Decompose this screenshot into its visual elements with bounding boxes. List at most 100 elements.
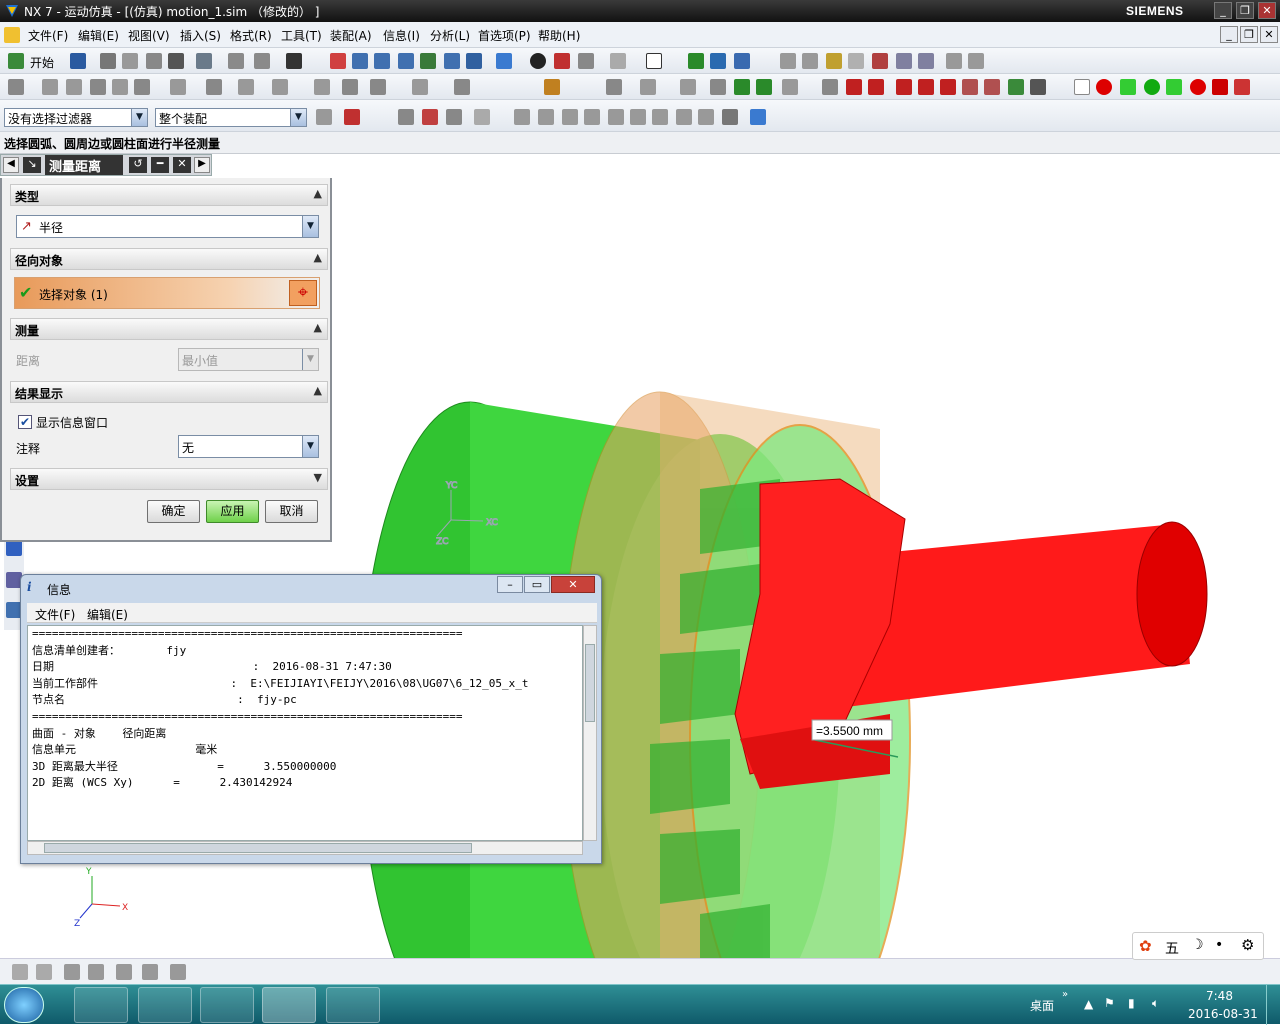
menu-insert[interactable]: 插入(S) <box>180 27 221 44</box>
select-region-icon[interactable] <box>474 109 490 125</box>
tool-g-icon[interactable] <box>170 964 186 980</box>
damper-icon[interactable] <box>134 79 150 95</box>
interference-icon[interactable] <box>680 79 696 95</box>
measure-dialog-header[interactable]: ◀ ↘ 测量距离 ↺ ━ ✕ ▶ <box>0 154 212 176</box>
measure-motion-icon[interactable] <box>710 79 726 95</box>
collapse-icon[interactable]: ━ <box>151 157 169 173</box>
taskbar-calculator-icon[interactable] <box>74 987 128 1023</box>
snap-existing-icon[interactable] <box>676 109 692 125</box>
selection-icon[interactable] <box>286 53 302 69</box>
play-icon[interactable] <box>896 79 912 95</box>
edit-feature-icon[interactable] <box>848 53 864 69</box>
taskbar-app-icon[interactable] <box>326 987 380 1023</box>
app-menu-icon[interactable] <box>4 27 20 43</box>
move-object-icon[interactable] <box>710 53 726 69</box>
delete-icon[interactable] <box>168 53 184 69</box>
select-body-icon[interactable] <box>446 109 462 125</box>
snap-face-icon[interactable] <box>722 109 738 125</box>
stop-icon[interactable] <box>962 79 978 95</box>
show-info-checkbox[interactable]: ✔ <box>18 415 32 429</box>
red-cylinder-icon[interactable] <box>1212 79 1228 95</box>
info-menu-file[interactable]: 文件(F) <box>35 606 75 623</box>
angle-icon[interactable] <box>968 53 984 69</box>
animation-icon[interactable] <box>544 79 560 95</box>
navigator-icon[interactable] <box>6 540 22 556</box>
loop-icon[interactable] <box>1008 79 1024 95</box>
taskbar-nx-icon[interactable] <box>262 987 316 1023</box>
layer-icon[interactable] <box>646 53 662 69</box>
cancel-button[interactable]: 取消 <box>265 500 318 523</box>
start-orb-icon[interactable] <box>4 987 44 1023</box>
volume-icon[interactable]: 🔈︎ <box>1152 996 1159 1011</box>
cut-icon[interactable] <box>100 53 116 69</box>
menu-preferences[interactable]: 首选项(P) <box>478 27 531 44</box>
link-icon[interactable] <box>42 79 58 95</box>
select-object-row[interactable]: ✔ 选择对象 (1) ⌖ <box>14 277 320 309</box>
zoom-window-icon[interactable] <box>374 53 390 69</box>
zoom-in-icon[interactable] <box>398 53 414 69</box>
wireframe-icon[interactable] <box>578 53 594 69</box>
filter-reset-icon[interactable] <box>316 109 332 125</box>
snap-point-icon[interactable] <box>514 109 530 125</box>
info-minimize-button[interactable]: – <box>497 576 523 593</box>
zoom-icon[interactable] <box>352 53 368 69</box>
red-burst-icon[interactable] <box>1190 79 1206 95</box>
moon-icon[interactable]: ☽ <box>1191 937 1204 953</box>
snap-end-icon[interactable] <box>538 109 554 125</box>
info-menu-edit[interactable]: 编辑(E) <box>87 606 128 623</box>
torque-icon[interactable] <box>272 79 288 95</box>
reset-icon[interactable]: ↺ <box>129 157 147 173</box>
trace-icon[interactable] <box>640 79 656 95</box>
green-dots-icon[interactable] <box>1120 79 1136 95</box>
doc-minimize-button[interactable]: _ <box>1220 26 1238 43</box>
menu-tools[interactable]: 工具(T) <box>281 27 322 44</box>
tool-d-icon[interactable] <box>88 964 104 980</box>
network-icon[interactable]: ⚑ <box>1104 996 1115 1010</box>
ok-button[interactable]: 确定 <box>147 500 200 523</box>
joint-icon[interactable] <box>66 79 82 95</box>
fast-forward-icon[interactable] <box>940 79 956 95</box>
punctuation-icon[interactable]: • <box>1215 937 1223 953</box>
menu-info[interactable]: 信息(I) <box>383 27 420 44</box>
undo-icon[interactable] <box>196 53 212 69</box>
settings-section-header[interactable]: 设置 ▼ <box>10 468 328 490</box>
rotate-icon[interactable] <box>420 53 436 69</box>
gear-coupler-icon[interactable] <box>206 79 222 95</box>
snap-bounded-icon[interactable] <box>750 109 766 125</box>
menu-view[interactable]: 视图(V) <box>128 27 170 44</box>
info-horizontal-scrollbar[interactable] <box>27 841 583 855</box>
minimize-button[interactable]: _ <box>1214 2 1232 19</box>
surface-icon[interactable] <box>918 53 934 69</box>
snap-icon[interactable] <box>734 53 750 69</box>
close-button[interactable]: ✕ <box>1258 2 1276 19</box>
snap-on-curve-icon[interactable] <box>698 109 714 125</box>
datum-icon[interactable] <box>802 53 818 69</box>
new-sheet-icon[interactable] <box>1074 79 1090 95</box>
type-section-header[interactable]: 类型 ▲ <box>10 184 328 206</box>
marker-icon[interactable] <box>314 79 330 95</box>
snap-mid-icon[interactable] <box>562 109 578 125</box>
measure-icon[interactable] <box>826 53 842 69</box>
menu-assembly[interactable]: 装配(A) <box>330 27 372 44</box>
motion-nav-icon[interactable] <box>8 79 24 95</box>
red-shape-icon[interactable] <box>1234 79 1250 95</box>
select-feature-icon[interactable] <box>398 109 414 125</box>
dialog-menu-icon[interactable]: ↘ <box>23 157 41 173</box>
results-section-header[interactable]: 结果显示 ▲ <box>10 381 328 403</box>
type-filter-select[interactable]: 没有选择过滤器 ▼ <box>4 108 148 127</box>
tool-e-icon[interactable] <box>116 964 132 980</box>
flag-icon[interactable] <box>1030 79 1046 95</box>
spring-icon[interactable] <box>112 79 128 95</box>
articulation-icon[interactable] <box>782 79 798 95</box>
orient-view-icon[interactable] <box>496 53 512 69</box>
sensor-icon[interactable] <box>342 79 358 95</box>
measure-section-header[interactable]: 测量 ▲ <box>10 318 328 340</box>
tool-b-icon[interactable] <box>36 964 52 980</box>
close-icon[interactable]: ✕ <box>173 157 191 173</box>
force-icon[interactable] <box>238 79 254 95</box>
wcs-icon[interactable] <box>688 53 704 69</box>
snap-quadrant-icon[interactable] <box>652 109 668 125</box>
fit-icon[interactable] <box>330 53 346 69</box>
settings-gear-icon[interactable]: ⚙ <box>1241 936 1254 954</box>
snap-center-icon[interactable] <box>630 109 646 125</box>
